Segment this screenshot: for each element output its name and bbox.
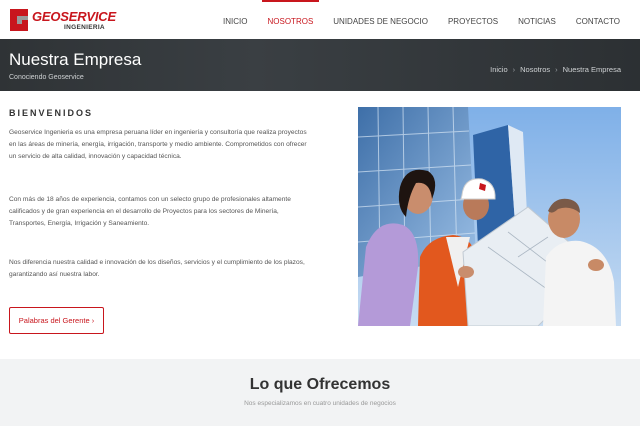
logo[interactable]: GEOSERVICE INGENIERIA xyxy=(8,7,116,33)
offer-subtitle: Nos especializamos en cuatro unidades de… xyxy=(244,400,396,407)
page-title-banner: Nuestra Empresa Conociendo Geoservice In… xyxy=(0,39,640,91)
page-title: Nuestra Empresa xyxy=(9,50,142,69)
nav-item-inicio[interactable]: INICIO xyxy=(213,0,257,39)
section-heading: BIENVENIDOS xyxy=(9,108,94,118)
breadcrumb: Inicio › Nosotros › Nuestra Empresa xyxy=(490,65,621,74)
breadcrumb-separator-icon: › xyxy=(555,65,558,74)
nav-item-nosotros[interactable]: NOSOTROS xyxy=(258,0,324,39)
nav-item-unidades-de-negocio[interactable]: UNIDADES DE NEGOCIO xyxy=(323,0,438,39)
nav-item-noticias[interactable]: NOTICIAS xyxy=(508,0,566,39)
breadcrumb-separator-icon: › xyxy=(512,65,516,74)
difference-paragraph: Nos diferencia nuestra calidad e innovac… xyxy=(9,259,305,278)
nav-item-contacto[interactable]: CONTACTO xyxy=(566,0,630,39)
breadcrumb-current: Nuestra Empresa xyxy=(562,65,621,74)
page-subtitle: Conociendo Geoservice xyxy=(9,74,84,81)
brand-name: GEOSERVICE xyxy=(32,9,116,24)
offer-section: Lo que Ofrecemos Nos especializamos en c… xyxy=(0,359,640,426)
nav-item-proyectos[interactable]: PROYECTOS xyxy=(438,0,508,39)
offer-title: Lo que Ofrecemos xyxy=(249,376,391,393)
site-header: GEOSERVICE INGENIERIA INICIO NOSOTROS UN… xyxy=(0,0,640,39)
team-photo-illustration xyxy=(358,107,621,326)
main-nav: INICIO NOSOTROS UNIDADES DE NEGOCIO PROY… xyxy=(213,0,630,39)
breadcrumb-nosotros[interactable]: Nosotros xyxy=(520,65,550,74)
intro-paragraph: Geoservice Ingenieria es una empresa per… xyxy=(9,129,307,160)
team-photo xyxy=(358,107,621,326)
brand-sub: INGENIERIA xyxy=(64,24,105,31)
palabras-del-gerente-button[interactable]: Palabras del Gerente › xyxy=(9,307,104,334)
breadcrumb-inicio[interactable]: Inicio xyxy=(490,65,508,74)
experience-paragraph: Con más de 18 años de experiencia, conta… xyxy=(9,196,291,227)
logo-mark-icon xyxy=(10,9,28,31)
